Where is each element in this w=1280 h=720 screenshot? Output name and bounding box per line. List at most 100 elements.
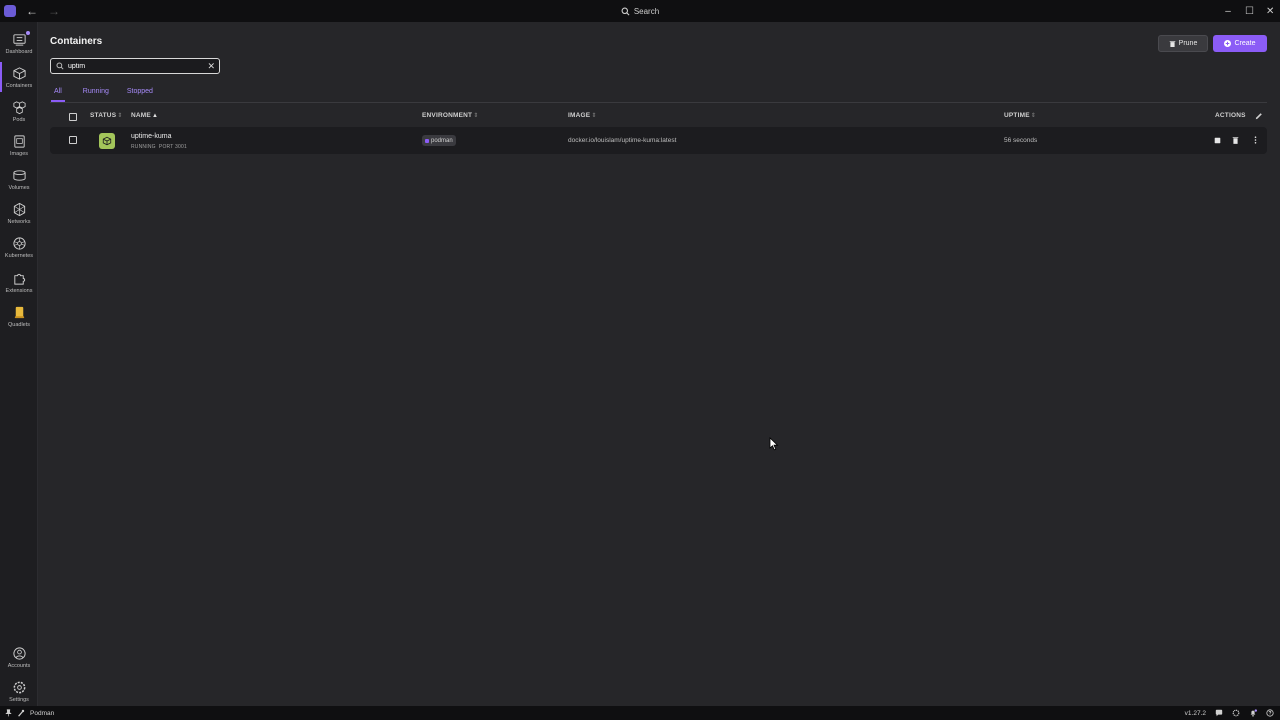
sidebar-item-accounts[interactable]: Accounts	[0, 640, 38, 674]
clear-search-icon[interactable]: ✕	[207, 61, 215, 72]
sidebar-item-label: Accounts	[7, 662, 31, 669]
volume-cylinder-icon	[12, 169, 26, 181]
scroll-icon	[14, 306, 24, 318]
tab-stopped[interactable]: Stopped	[127, 88, 153, 102]
mouse-cursor-icon	[769, 437, 779, 451]
pin-icon[interactable]	[5, 709, 12, 717]
sort-icon: ⇕	[591, 113, 597, 119]
sort-icon: ⇕	[117, 113, 123, 119]
sidebar-item-label: Networks	[7, 218, 31, 225]
tab-all[interactable]: All	[51, 88, 65, 102]
sidebar-item-networks[interactable]: Networks	[0, 196, 38, 230]
stop-square-icon	[1214, 137, 1220, 143]
column-header-label: UPTIME	[1004, 112, 1030, 119]
select-all-checkbox[interactable]	[69, 113, 77, 121]
sidebar-item-dashboard[interactable]: Dashboard	[0, 26, 38, 60]
sidebar-item-extensions[interactable]: Extensions	[0, 265, 38, 299]
create-button-label: Create	[1234, 40, 1256, 47]
column-header-name[interactable]: NAME▲	[131, 112, 158, 119]
chat-bubble-icon[interactable]	[1215, 709, 1223, 717]
create-button[interactable]: Create	[1213, 35, 1267, 52]
sidebar-item-containers[interactable]: Containers	[0, 60, 38, 94]
tab-running[interactable]: Running	[83, 88, 109, 102]
delete-button[interactable]	[1230, 135, 1240, 145]
search-icon	[621, 7, 630, 15]
container-cube-icon	[12, 66, 26, 80]
gear-icon	[13, 681, 25, 693]
column-header-label: NAME	[131, 112, 151, 119]
stop-button[interactable]	[1212, 135, 1222, 145]
sidebar: Dashboard Containers Pods Images Volumes…	[0, 22, 38, 706]
close-icon[interactable]: ✕	[1266, 6, 1274, 17]
forward-arrow-icon[interactable]: →	[48, 4, 60, 18]
global-search-label: Search	[633, 6, 660, 16]
container-state: RUNNING PORT 3001	[131, 144, 187, 150]
column-header-uptime[interactable]: UPTIME⇕	[1004, 112, 1036, 119]
podman-provider-icon	[18, 709, 25, 717]
back-arrow-icon[interactable]: ←	[26, 4, 38, 18]
kubernetes-wheel-icon	[12, 236, 26, 250]
sort-ascending-icon: ▲	[151, 113, 159, 119]
more-vertical-icon	[1254, 136, 1256, 144]
column-header-actions: ACTIONS	[1215, 112, 1246, 119]
sidebar-item-pods[interactable]: Pods	[0, 94, 38, 128]
container-port: PORT 3001	[158, 144, 187, 150]
notification-bell-icon[interactable]	[1249, 709, 1257, 717]
sidebar-item-kubernetes[interactable]: Kubernetes	[0, 230, 38, 264]
sidebar-item-label: Settings	[9, 696, 29, 703]
sidebar-item-volumes[interactable]: Volumes	[0, 162, 38, 196]
tabs-divider	[50, 102, 1267, 103]
column-header-environment[interactable]: ENVIRONMENT⇕	[422, 112, 478, 119]
container-name-link[interactable]: uptime-kuma	[131, 133, 171, 140]
container-state-label: RUNNING	[131, 144, 156, 150]
puzzle-icon	[13, 273, 25, 285]
maximize-icon[interactable]: ☐	[1245, 6, 1254, 17]
sidebar-item-label: Dashboard	[5, 48, 33, 55]
edit-columns-pencil-icon[interactable]	[1255, 112, 1263, 120]
environment-label: podman	[431, 137, 453, 144]
table-row[interactable]: uptime-kuma RUNNING PORT 3001 podman doc…	[50, 127, 1267, 154]
row-checkbox[interactable]	[69, 136, 77, 144]
kebab-menu-button[interactable]	[1250, 135, 1260, 145]
minimize-icon[interactable]: –	[1224, 6, 1232, 17]
help-icon[interactable]	[1266, 709, 1274, 717]
search-box: ✕	[50, 58, 220, 74]
window-controls: – ☐ ✕	[1224, 0, 1274, 22]
search-icon	[56, 62, 64, 70]
column-header-image[interactable]: IMAGE⇕	[568, 112, 597, 119]
sidebar-item-images[interactable]: Images	[0, 128, 38, 162]
filter-tabs: All Running Stopped	[51, 88, 171, 102]
sidebar-item-settings[interactable]: Settings	[0, 674, 38, 708]
sidebar-item-label: Containers	[5, 82, 33, 89]
page-title: Containers	[50, 36, 103, 47]
trash-icon	[1232, 137, 1238, 144]
sidebar-item-label: Kubernetes	[4, 252, 34, 259]
global-search-button[interactable]: Search	[600, 0, 680, 22]
search-input[interactable]	[68, 62, 198, 70]
title-bar: ← → Search – ☐ ✕	[0, 0, 1280, 22]
dashboard-icon	[12, 33, 26, 46]
uptime-value: 56 seconds	[1004, 137, 1038, 144]
notification-dot	[26, 31, 30, 35]
gear-icon[interactable]	[1232, 709, 1240, 717]
running-status-icon	[99, 133, 115, 149]
column-header-status[interactable]: STATUS⇕	[90, 112, 122, 119]
column-header-label: IMAGE	[568, 112, 591, 119]
network-icon	[13, 202, 25, 216]
image-name: docker.io/louislam/uptime-kuma:latest	[568, 137, 677, 144]
account-icon	[12, 646, 26, 660]
column-header-label: ENVIRONMENT	[422, 112, 473, 119]
provider-name[interactable]: Podman	[30, 710, 54, 717]
pods-icon	[12, 100, 26, 114]
column-header-label: STATUS	[90, 112, 117, 119]
sidebar-item-label: Images	[9, 150, 29, 157]
version-label[interactable]: v1.27.2	[1185, 710, 1206, 717]
sort-icon: ⇕	[1030, 113, 1036, 119]
environment-badge: podman	[422, 135, 456, 146]
plus-circle-icon	[1224, 40, 1232, 47]
sidebar-item-label: Extensions	[5, 287, 33, 294]
prune-button[interactable]: Prune	[1158, 35, 1208, 52]
images-icon	[13, 134, 25, 148]
sidebar-item-label: Pods	[12, 116, 26, 123]
sidebar-item-quadlets[interactable]: Quadlets	[0, 299, 38, 333]
